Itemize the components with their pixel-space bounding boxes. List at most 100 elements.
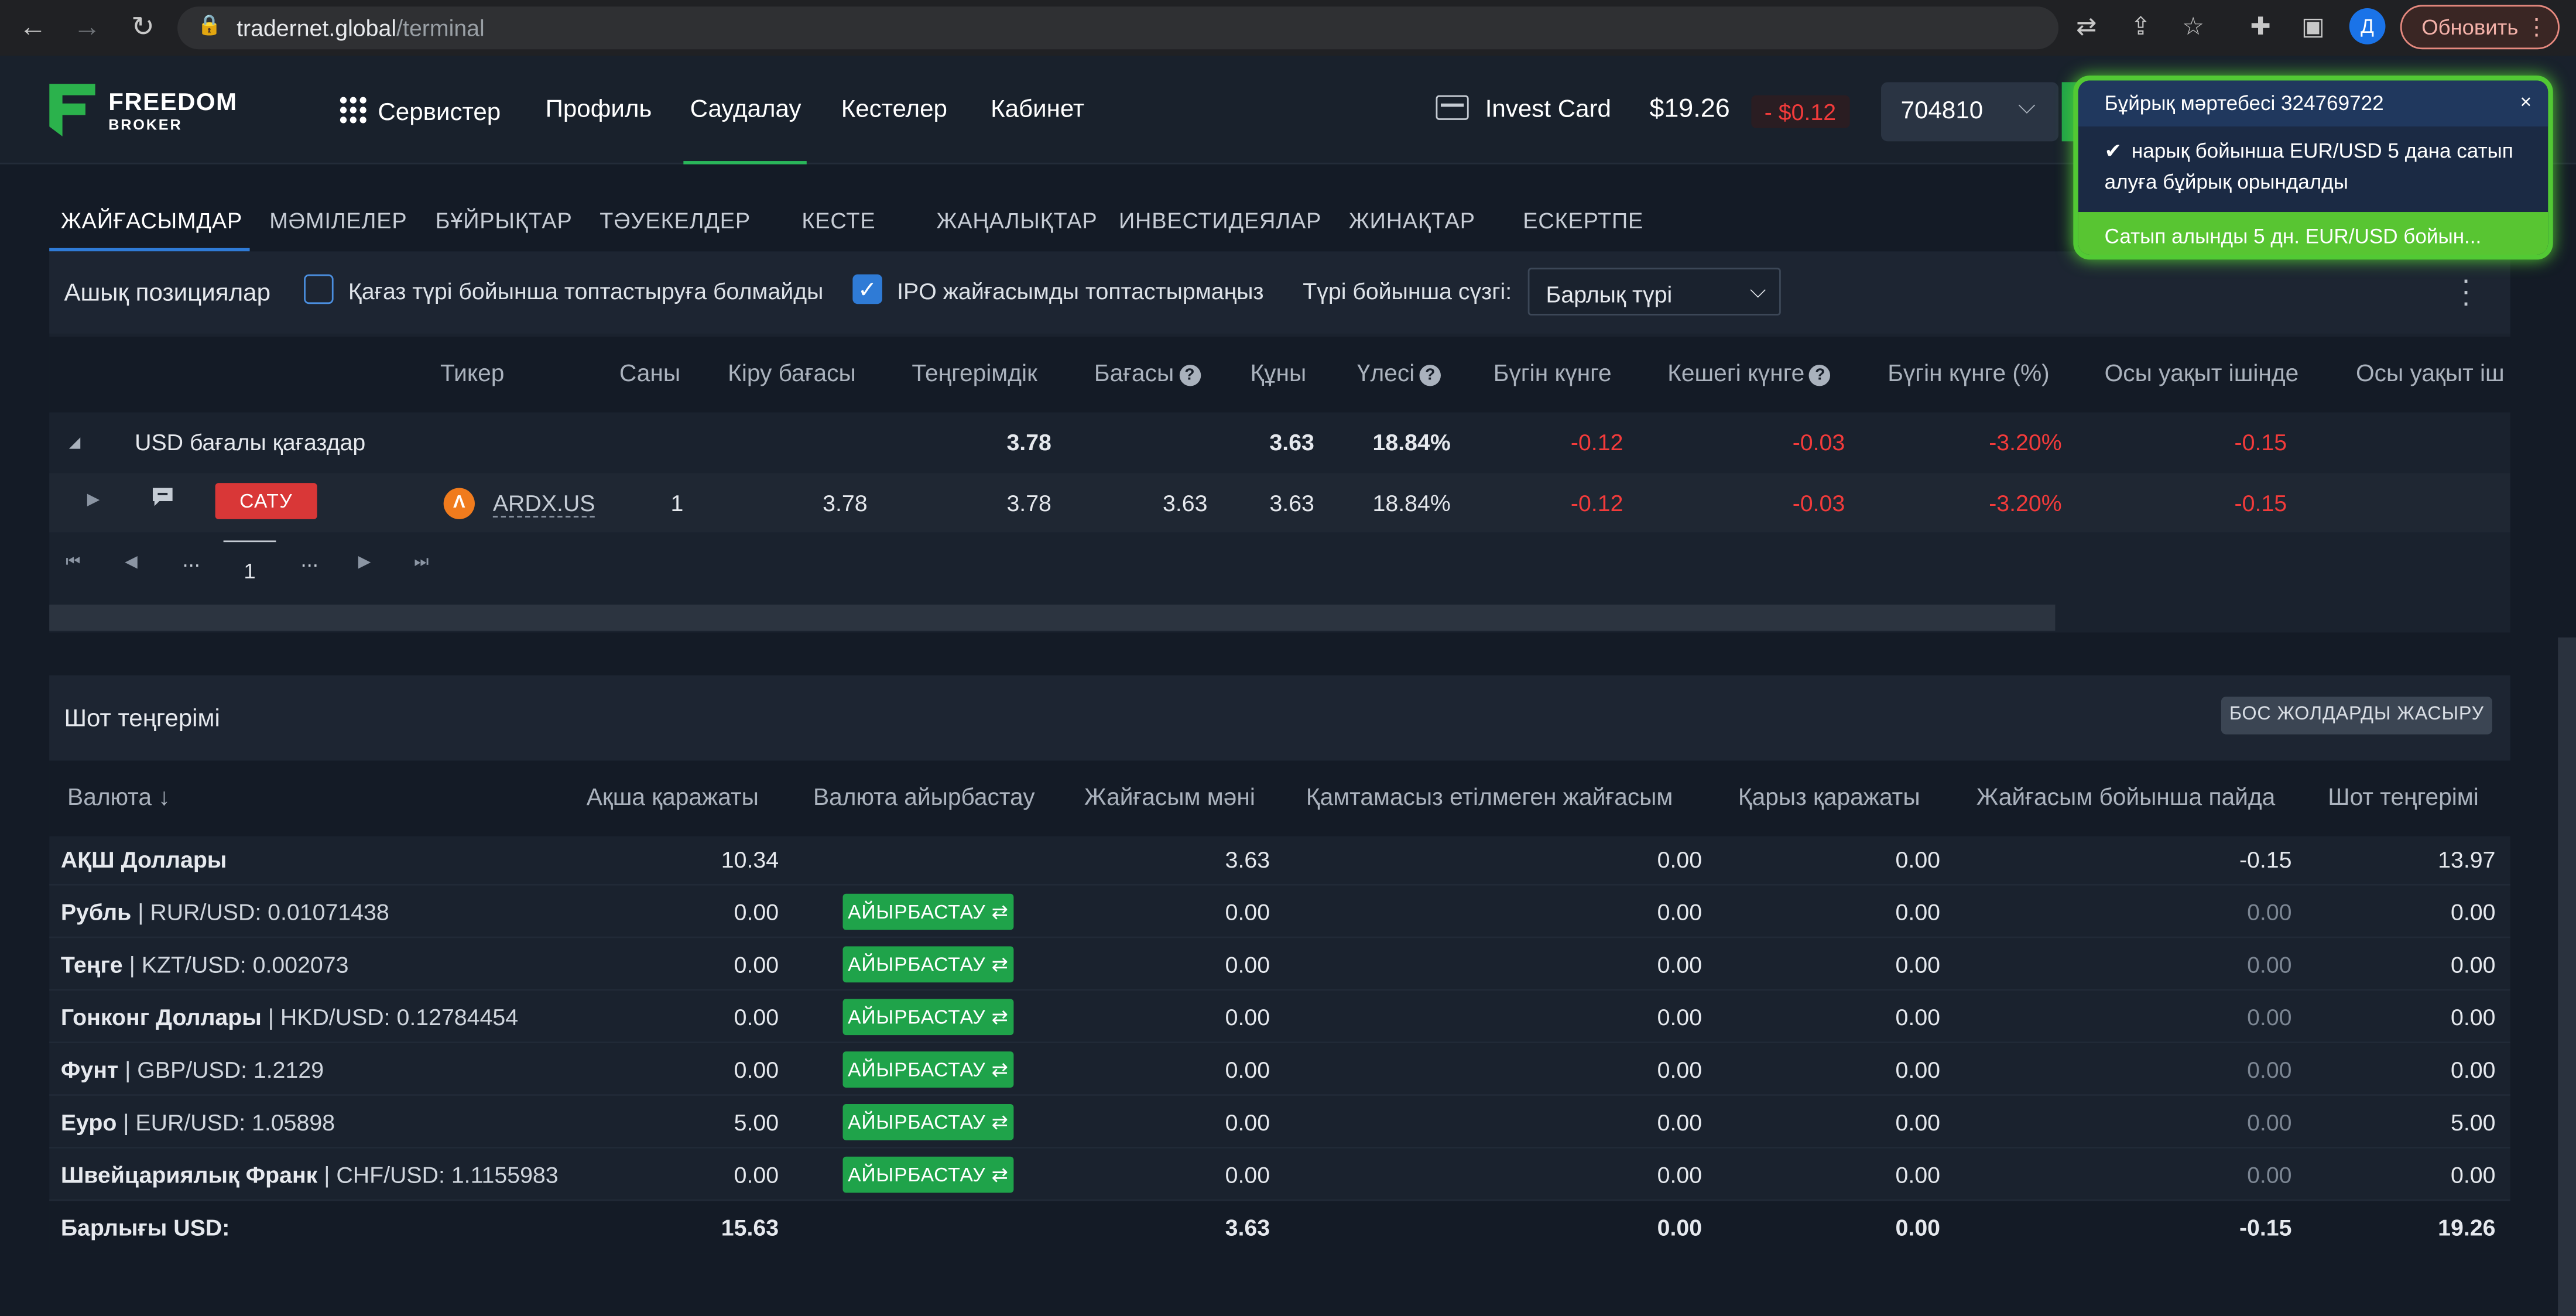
collapse-triangle-icon[interactable]: ◢ — [69, 434, 80, 452]
col-balance[interactable]: Теңгерімдік — [912, 361, 1037, 388]
comment-icon[interactable] — [151, 486, 174, 513]
credit-card-icon — [1436, 95, 1469, 120]
col-today-pct[interactable]: Бүгін күнге (%) — [1888, 361, 2049, 388]
ipo-group-checkbox[interactable]: ✓ — [852, 274, 882, 304]
checkmark-icon: ✓ — [858, 276, 878, 303]
exchange-button[interactable]: АЙЫРБАСТАУ ⇄ — [842, 946, 1014, 983]
col-qty[interactable]: Саны — [619, 361, 680, 388]
notification-footer[interactable]: Сатып алынды 5 дн. EUR/USD бойын... — [2078, 212, 2548, 255]
col-unsecured[interactable]: Қамтамасыз етілмеген жайғасым — [1306, 786, 1673, 812]
group-by-type-label[interactable]: Қағаз түрі бойынша топтастыруға болмайды — [348, 277, 823, 304]
col-exchange[interactable]: Валюта айырбастау — [813, 786, 1035, 812]
active-menu-underline — [683, 161, 807, 164]
col-price[interactable]: Бағасы? — [1094, 361, 1201, 388]
col-debt[interactable]: Қарыз қаражаты — [1738, 786, 1920, 812]
sell-button[interactable]: САТУ — [215, 483, 317, 519]
lock-icon: 🔒 — [197, 13, 222, 36]
profile-avatar[interactable]: Д — [2349, 8, 2386, 44]
check-icon: ✔ — [2104, 139, 2122, 163]
more-vert-icon[interactable]: ⋮ — [2525, 6, 2548, 47]
side-panel-icon[interactable]: ▣ — [2295, 10, 2331, 46]
forward-icon[interactable]: → — [67, 10, 107, 46]
reload-icon[interactable]: ↻ — [123, 10, 162, 46]
col-profit[interactable]: Жайғасым бойынша пайда — [1976, 786, 2275, 812]
close-icon[interactable]: × — [2520, 90, 2532, 113]
exchange-button[interactable]: АЙЫРБАСТАУ ⇄ — [842, 1156, 1014, 1193]
open-positions-panel: Ашық позициялар Қағаз түрі бойынша топта… — [49, 251, 2510, 633]
positions-table-header: Тикер Саны Кіру бағасы Теңгерімдік Бағас… — [49, 337, 2510, 413]
col-today[interactable]: Бүгін күнге — [1493, 361, 1612, 388]
menu-charts[interactable]: Кестелер — [841, 95, 947, 124]
browser-update-button[interactable]: Обновить ⋮ — [2400, 5, 2560, 50]
tab-deals[interactable]: МӘМІЛЕЛЕР — [269, 208, 407, 233]
col-currency[interactable]: Валюта ↓ — [67, 786, 170, 812]
col-cash[interactable]: Ақша қаражаты — [587, 786, 759, 812]
col-position-value[interactable]: Жайғасым мәні — [1084, 786, 1255, 812]
col-cost[interactable]: Құны — [1250, 361, 1306, 388]
last-page-icon[interactable]: ⏭ — [414, 554, 429, 572]
share-icon[interactable]: ⇪ — [2123, 10, 2159, 46]
menu-services[interactable]: Сервистер — [338, 95, 501, 126]
tab-news[interactable]: ЖАҢАЛЫҚТАР — [936, 208, 1097, 233]
tab-risks[interactable]: ТӘУЕКЕЛДЕР — [600, 208, 751, 233]
pager-ellipsis[interactable]: ... — [301, 547, 318, 572]
expand-triangle-icon[interactable]: ▶ — [87, 491, 100, 509]
positions-toolbar: Ашық позициялар Қағаз түрі бойынша топта… — [49, 251, 2510, 334]
prev-page-icon[interactable]: ◀ — [125, 554, 138, 572]
address-bar[interactable]: 🔒 tradernet.global/terminal — [177, 6, 2059, 50]
ticker-logo-icon: Λ — [443, 488, 475, 519]
col-account-balance[interactable]: Шот теңгерімі — [2328, 786, 2479, 812]
tab-chart[interactable]: КЕСТЕ — [801, 208, 875, 233]
col-all-time[interactable]: Осы уақыт ішінде — [2105, 361, 2299, 388]
col-entry-price[interactable]: Кіру бағасы — [728, 361, 856, 388]
help-icon[interactable]: ? — [1419, 365, 1441, 386]
pager-ellipsis[interactable]: ... — [182, 547, 200, 572]
next-page-icon[interactable]: ▶ — [358, 554, 371, 572]
extensions-icon[interactable]: ✚ — [2242, 10, 2279, 46]
tab-invest-ideas[interactable]: ИНВЕСТИДЕЯЛАР — [1119, 208, 1321, 233]
hide-empty-rows-button[interactable]: БОС ЖОЛДАРДЫ ЖАСЫРУ — [2221, 696, 2492, 735]
order-status-notification[interactable]: Бұйрық мәртебесі 324769722 × ✔ нарық бойы… — [2073, 76, 2553, 260]
tab-alerts[interactable]: ЕСКЕРТПЕ — [1523, 208, 1643, 233]
balance-row-usd: АҚШ Доллары 10.34 3.63 0.00 0.00 -0.15 1… — [49, 833, 2510, 886]
menu-cabinet[interactable]: Кабинет — [991, 95, 1084, 124]
col-all-time-2[interactable]: Осы уақыт іш — [2356, 361, 2505, 388]
more-options-icon[interactable]: · · · — [2456, 265, 2476, 317]
ticker-link[interactable]: ARDX.US — [492, 489, 595, 518]
header-balance-change: - $0.12 — [1751, 95, 1849, 128]
page-vertical-scrollbar[interactable] — [2558, 637, 2576, 1316]
exchange-button[interactable]: АЙЫРБАСТАУ ⇄ — [842, 893, 1014, 930]
exchange-button[interactable]: АЙЫРБАСТАУ ⇄ — [842, 999, 1014, 1036]
back-icon[interactable]: ← — [13, 10, 52, 46]
menu-profile[interactable]: Профиль — [546, 95, 652, 124]
chevron-down-icon: ⌵ — [1749, 277, 1766, 303]
col-ticker[interactable]: Тикер — [440, 361, 504, 388]
exchange-button[interactable]: АЙЫРБАСТАУ ⇄ — [842, 1051, 1014, 1088]
exchange-button[interactable]: АЙЫРБАСТАУ ⇄ — [842, 1103, 1014, 1140]
menu-trading[interactable]: Саудалау — [690, 95, 801, 124]
tab-savings[interactable]: ЖИНАҚТАР — [1349, 208, 1475, 233]
bookmark-star-icon[interactable]: ☆ — [2175, 10, 2211, 46]
app-root: ← → ↻ 🔒 tradernet.global/terminal ⇄ ⇪ ☆ … — [0, 0, 2576, 1316]
first-page-icon[interactable]: ⏮ — [66, 554, 80, 572]
ipo-group-label[interactable]: IPO жайғасымды топтастырмаңыз — [897, 277, 1263, 304]
col-yesterday[interactable]: Кешегі күнге? — [1667, 361, 1831, 388]
invest-card-link[interactable]: Invest Card — [1436, 95, 1611, 123]
tab-positions[interactable]: ЖАЙҒАСЫМДАР — [61, 208, 242, 233]
current-page[interactable]: 1 — [223, 540, 276, 587]
position-row[interactable]: ▶ САТУ Λ ARDX.US 1 3.78 3.78 3.63 3.63 1… — [49, 473, 2510, 533]
help-icon[interactable]: ? — [1179, 365, 1201, 386]
account-balance-panel: Шот теңгерімі БОС ЖОЛДАРДЫ ЖАСЫРУ Валюта… — [49, 675, 2510, 1254]
account-selector[interactable]: 704810 ⌵ — [1881, 82, 2059, 142]
horizontal-scrollbar[interactable] — [49, 604, 2056, 631]
balance-row-hkd: Гонконг Доллары | HKD/USD: 0.12784454 0.… — [49, 991, 2510, 1044]
tab-orders[interactable]: БҰЙРЫҚТАР — [436, 208, 573, 233]
positions-title: Ашық позициялар — [64, 279, 271, 307]
col-share[interactable]: Үлесі? — [1357, 361, 1441, 388]
type-filter-select[interactable]: Барлық түрі ⌵ — [1527, 268, 1781, 316]
translate-icon[interactable]: ⇄ — [2068, 10, 2105, 46]
apps-grid-icon — [340, 97, 366, 124]
group-by-type-checkbox[interactable] — [304, 274, 334, 304]
help-icon[interactable]: ? — [1809, 365, 1831, 386]
positions-group-row[interactable]: ◢ USD бағалы қағаздар 3.78 3.63 18.84% -… — [49, 412, 2510, 472]
